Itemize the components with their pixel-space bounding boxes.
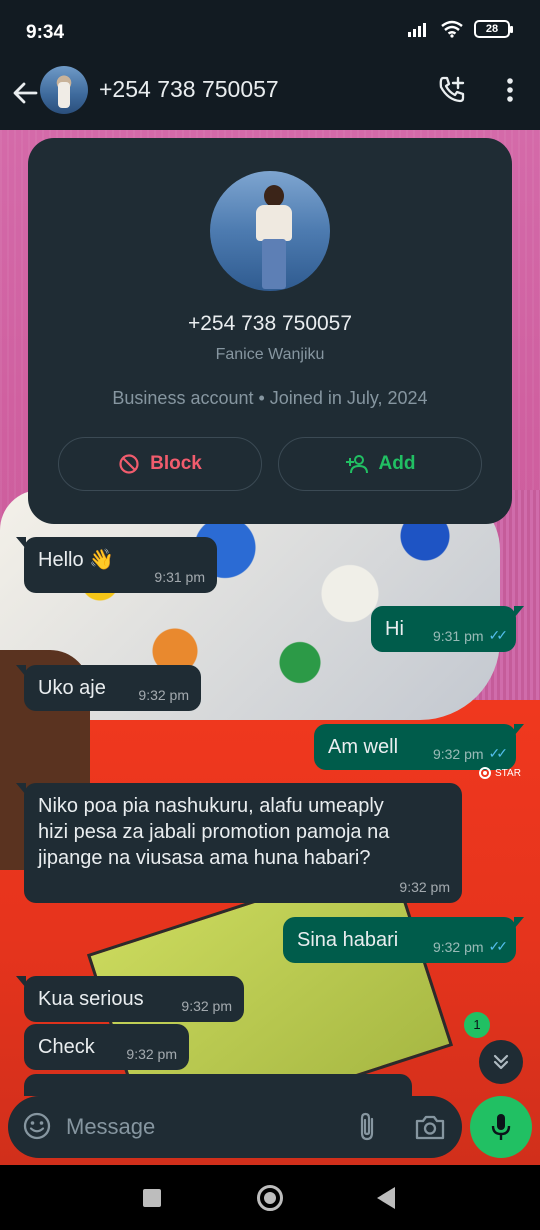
message-meta: 9:32 pm [181, 998, 232, 1014]
scroll-to-bottom-button[interactable] [479, 1040, 523, 1084]
add-person-icon [345, 455, 368, 474]
back-arrow-icon[interactable] [8, 76, 42, 110]
add-contact-button[interactable]: Add [278, 437, 482, 491]
chat-header: +254 738 750057 [0, 62, 540, 130]
message-text: Niko poa pia nashukuru, alafu umeaply hi… [38, 795, 390, 869]
status-icons: 28 [408, 20, 513, 38]
message-time: 9:32 pm [432, 745, 484, 762]
message-text: Check [38, 1036, 95, 1058]
message-time: 9:32 pm [126, 1046, 177, 1062]
message-meta: 9:31 pm ✓✓ [432, 627, 509, 644]
message-meta: 9:32 pm [138, 687, 189, 703]
message-text: Sina habari [297, 929, 399, 951]
message-incoming[interactable]: Check 9:32 pm [24, 1024, 189, 1070]
status-time: 9:34 [26, 22, 65, 43]
battery-icon: 28 [474, 20, 513, 38]
message-outgoing[interactable]: Hi 9:31 pm ✓✓ [371, 606, 524, 652]
status-tag: STAR [478, 766, 521, 780]
system-nav-bar [0, 1165, 540, 1230]
message-meta: 9:32 pm [126, 1046, 177, 1062]
status-ring-icon [479, 767, 491, 779]
add-call-icon[interactable] [436, 74, 468, 106]
message-meta: 9:31 pm [154, 569, 205, 585]
block-icon [119, 454, 139, 474]
block-label: Block [150, 453, 202, 474]
message-incoming[interactable]: Uko aje 9:32 pm [16, 665, 201, 711]
message-time: 9:32 pm [138, 687, 189, 703]
block-button[interactable]: Block [58, 437, 262, 491]
camera-icon[interactable] [414, 1112, 446, 1142]
wifi-icon [441, 20, 463, 38]
message-incoming-partial[interactable] [24, 1074, 412, 1096]
message-outgoing[interactable]: Sina habari 9:32 pm ✓✓ [283, 917, 524, 963]
contact-info-card: +254 738 750057 Fanice Wanjiku Business … [28, 138, 512, 524]
message-text: Am well [328, 736, 399, 758]
message-incoming[interactable]: Niko poa pia nashukuru, alafu umeaply hi… [16, 783, 462, 903]
contact-title[interactable]: +254 738 750057 [99, 76, 279, 103]
message-meta: 9:32 pm ✓✓ [432, 745, 509, 762]
profile-meta: Business account • Joined in July, 2024 [112, 388, 428, 408]
message-input[interactable] [66, 1108, 336, 1146]
recents-button[interactable] [143, 1189, 161, 1207]
message-incoming[interactable]: Kua serious 9:32 pm [16, 976, 244, 1022]
message-time: 9:32 pm [181, 998, 232, 1014]
message-outgoing[interactable]: Am well 9:32 pm ✓✓ [314, 724, 524, 770]
status-tag-label: STAR [495, 767, 521, 779]
attach-icon[interactable] [352, 1111, 382, 1143]
chevrons-down-icon [493, 1054, 509, 1070]
unread-count-badge: 1 [464, 1012, 490, 1038]
message-text: Uko aje [38, 677, 106, 699]
message-time: 9:31 pm [154, 569, 205, 585]
message-text: Hello 👋 [38, 549, 115, 571]
message-text: Kua serious [38, 988, 144, 1010]
message-meta: 9:32 pm ✓✓ [432, 938, 509, 955]
mic-button[interactable] [470, 1096, 532, 1158]
read-ticks-icon: ✓✓ [488, 938, 509, 954]
message-time: 9:32 pm [399, 879, 450, 895]
mic-icon [491, 1114, 511, 1140]
contact-avatar[interactable] [40, 66, 88, 114]
message-time: 9:32 pm [432, 938, 484, 955]
status-bar: 9:34 28 [0, 0, 540, 62]
home-button[interactable] [257, 1185, 283, 1211]
message-time: 9:31 pm [432, 627, 484, 644]
read-ticks-icon: ✓✓ [488, 745, 509, 761]
more-vert-icon[interactable] [498, 74, 522, 106]
system-back-button[interactable] [377, 1187, 395, 1209]
profile-name: Fanice Wanjiku [215, 346, 325, 363]
emoji-icon[interactable] [22, 1111, 52, 1141]
add-label: Add [378, 453, 416, 474]
message-meta: 9:32 pm [399, 879, 450, 895]
signal-icon [408, 23, 426, 37]
profile-phone: +254 738 750057 [187, 312, 353, 335]
profile-photo[interactable] [210, 171, 330, 291]
message-composer [8, 1096, 462, 1158]
message-text: Hi [385, 618, 404, 640]
read-ticks-icon: ✓✓ [488, 627, 509, 643]
message-incoming[interactable]: Hello 👋 9:31 pm [16, 537, 217, 593]
